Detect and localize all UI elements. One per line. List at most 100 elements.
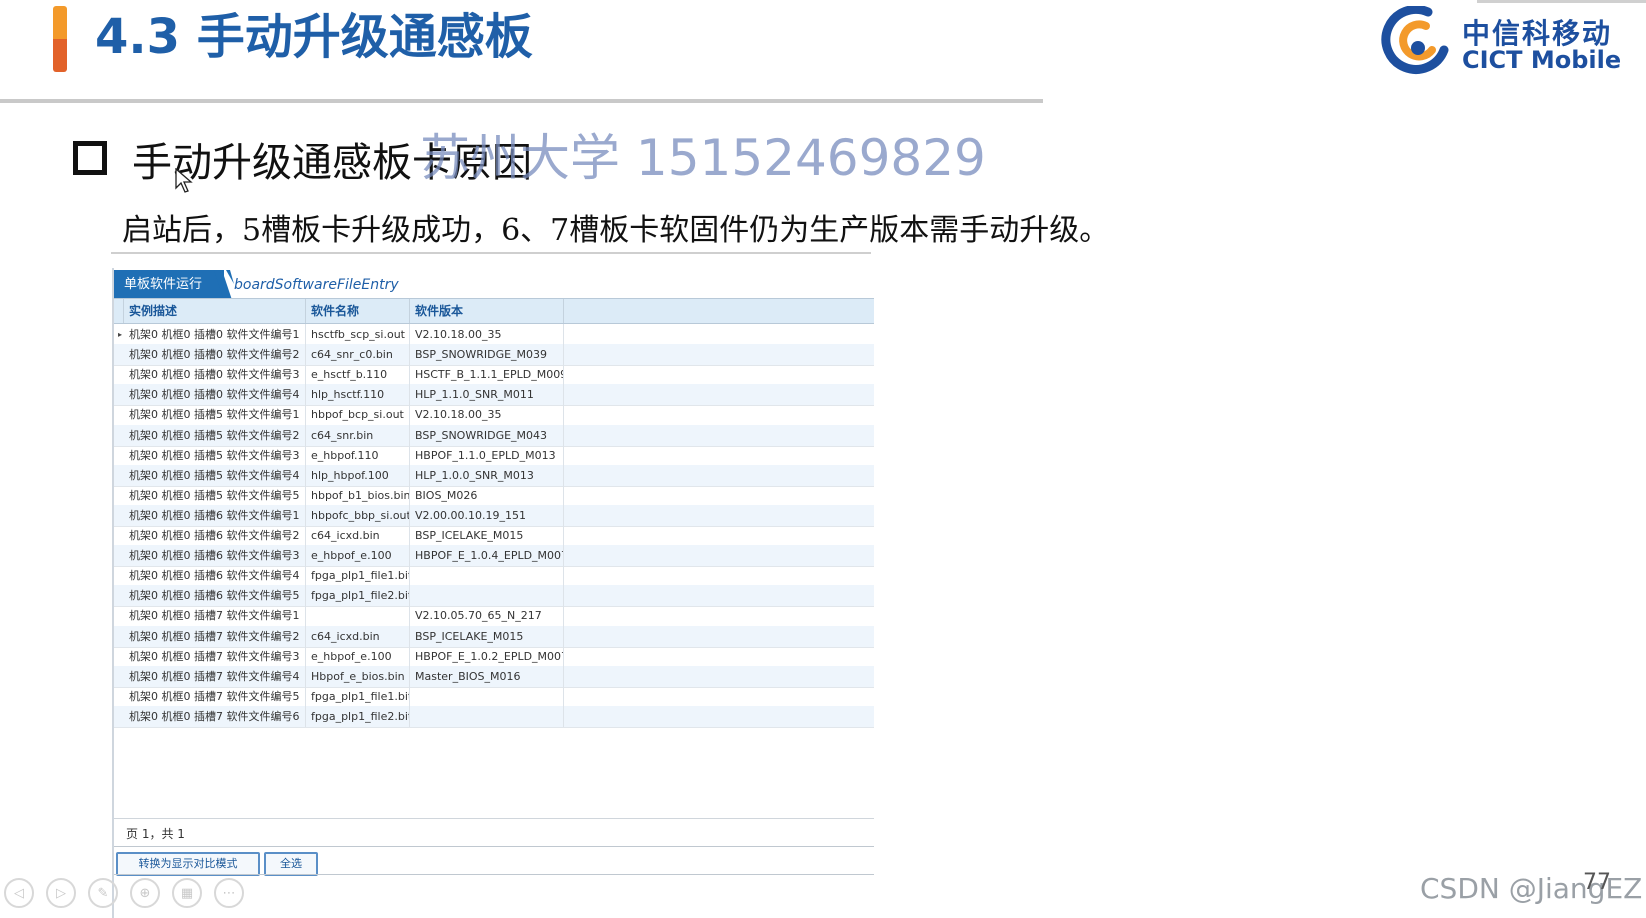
slides-grid-icon[interactable]: ▦ [172,878,202,908]
cell-software-version: HSCTF_B_1.1.1_EPLD_M009 [410,364,564,386]
pager-text: 页 1，共 1 [126,827,185,841]
cell-software-name: hbpof_bcp_si.out [306,404,410,426]
cell-software-version [410,705,564,727]
cell-software-name: hlp_hsctf.110 [306,384,410,406]
cell-instance: 机架0 机框0 插槽5 软件文件编号4 [124,464,306,486]
cell-instance: 机架0 机框0 插槽7 软件文件编号5 [124,685,306,707]
table-row[interactable]: 机架0 机框0 插槽5 软件文件编号5 hbpof_b1_bios.bin BIOS… [114,484,874,507]
table-row[interactable]: 机架0 机框0 插槽6 软件文件编号2 c64_icxd.bin BSP_ICELA… [114,525,874,547]
cell-instance: 机架0 机框0 插槽6 软件文件编号2 [124,525,306,546]
cell-software-version [410,565,564,587]
cell-software-name: c64_snr_c0.bin [306,344,410,366]
cell-software-version: Master_BIOS_M016 [410,665,564,687]
cell-instance: 机架0 机框0 插槽7 软件文件编号6 [124,705,306,727]
logo-mark-icon [1381,6,1449,74]
cell-software-name: hbpofc_bbp_si.out [306,504,410,526]
cell-software-name: hsctfb_scp_si.out [306,324,410,345]
table-row[interactable]: 机架0 机框0 插槽7 软件文件编号6 fpga_plp1_file2.bit [114,705,874,728]
select-all-button[interactable]: 全选 [264,852,318,876]
cell-software-version [410,685,564,707]
title-accent-bar [53,6,67,72]
table-row[interactable]: 机架0 机框0 插槽7 软件文件编号2 c64_icxd.bin BSP_ICELA… [114,625,874,648]
column-header-software-version[interactable]: 软件版本 [410,299,564,323]
cell-software-version: HLP_1.0.0_SNR_M013 [410,464,564,486]
table-row[interactable]: 机架0 机框0 插槽6 软件文件编号1 hbpofc_bbp_si.out V2.0… [114,504,874,527]
table-row[interactable]: 机架0 机框0 插槽7 软件文件编号3 e_hbpof_e.100 HBPOF_E_… [114,645,874,668]
cell-instance: 机架0 机框0 插槽5 软件文件编号2 [124,424,306,446]
pen-tool-icon[interactable]: ✎ [88,878,118,908]
header-spacer [114,299,124,323]
table-row[interactable]: 机架0 机框0 插槽0 软件文件编号4 hlp_hsctf.110 HLP_1.1.… [114,384,874,407]
cell-software-version: BSP_SNOWRIDGE_M043 [410,424,564,446]
compare-mode-button[interactable]: 转换为显示对比模式 [116,852,260,876]
cell-software-name: c64_snr.bin [306,424,410,446]
top-edge-line [1477,0,1646,3]
cell-software-version: BIOS_M026 [410,484,564,506]
cell-instance: 机架0 机框0 插槽5 软件文件编号1 [124,404,306,426]
zoom-icon[interactable]: ⊕ [130,878,160,908]
column-header-software-name[interactable]: 软件名称 [306,299,410,323]
cell-software-name: hlp_hbpof.100 [306,464,410,486]
cell-software-name [306,605,410,627]
cell-instance: 机架0 机框0 插槽6 软件文件编号3 [124,545,306,567]
table-row[interactable]: 机架0 机框0 插槽5 软件文件编号2 c64_snr.bin BSP_SNOWRI… [114,424,874,447]
cell-software-name: e_hsctf_b.110 [306,364,410,386]
watermark-text: 苏州大学 15152469829 [420,129,986,187]
cell-instance: 机架0 机框0 插槽5 软件文件编号5 [124,484,306,506]
cell-software-version [410,585,564,607]
bottom-divider [114,874,874,875]
column-header-instance[interactable]: 实例描述 [124,299,306,323]
cell-software-version: V2.10.18.00_35 [410,404,564,426]
table-row[interactable]: 机架0 机框0 插槽6 软件文件编号5 fpga_plp1_file2.bit [114,585,874,608]
cell-software-version: BSP_SNOWRIDGE_M039 [410,344,564,366]
cell-software-name: hbpof_b1_bios.bin [306,484,410,506]
cell-software-version: HBPOF_E_1.0.4_EPLD_M007 [410,545,564,567]
cell-software-name: e_hbpof_e.100 [306,645,410,667]
cell-software-version: BSP_ICELAKE_M015 [410,625,564,647]
table-row[interactable]: 机架0 机框0 插槽7 软件文件编号5 fpga_plp1_file1.bit [114,685,874,708]
table-row[interactable]: 机架0 机框0 插槽7 软件文件编号4 Hbpof_e_bios.bin Maste… [114,665,874,688]
cell-instance: 机架0 机框0 插槽6 软件文件编号4 [124,565,306,587]
table-row[interactable]: 机架0 机框0 插槽0 软件文件编号3 e_hsctf_b.110 HSCTF_B_… [114,364,874,387]
cell-software-version: V2.00.00.10.19_151 [410,504,564,526]
cell-software-name: e_hbpof_e.100 [306,545,410,567]
cell-software-version: BSP_ICELAKE_M015 [410,525,564,546]
cell-software-name: c64_icxd.bin [306,525,410,546]
cell-instance: 机架0 机框0 插槽0 软件文件编号1 [124,324,306,345]
breadcrumb[interactable]: boardSoftwareFileEntry [234,277,399,293]
slide-title: 4.3 手动升级通感板 [95,9,533,65]
cell-software-name: fpga_plp1_file2.bit [306,585,410,607]
bullet-square-icon [73,141,107,175]
table-row[interactable]: 机架0 机框0 插槽6 软件文件编号3 e_hbpof_e.100 HBPOF_E_… [114,545,874,568]
table-row[interactable]: 机架0 机框0 插槽7 软件文件编号1 V2.10.05.70_65_N_217 [114,605,874,628]
table-row[interactable]: 机架0 机框0 插槽0 软件文件编号2 c64_snr_c0.bin BSP_SNO… [114,344,874,367]
table-row[interactable]: ▸ 机架0 机框0 插槽0 软件文件编号1 hsctfb_scp_si.out V2.… [114,324,874,346]
page-number: 77 [1583,870,1611,895]
cell-software-version: V2.10.18.00_35 [410,324,564,345]
cell-software-name: c64_icxd.bin [306,625,410,647]
cell-instance: 机架0 机框0 插槽7 软件文件编号4 [124,665,306,687]
cell-software-name: e_hbpof.110 [306,444,410,466]
pager: 页 1，共 1 [114,818,874,843]
subtitle-divider [111,252,871,254]
cell-software-name: fpga_plp1_file1.bit [306,565,410,587]
tab-board-software-run[interactable]: 单板软件运行 [114,270,224,300]
next-slide-icon[interactable]: ▷ [46,878,76,908]
table-row[interactable]: 机架0 机框0 插槽5 软件文件编号3 e_hbpof.110 HBPOF_1.1.… [114,444,874,467]
cell-software-name: Hbpof_e_bios.bin [306,665,410,687]
cell-instance: 机架0 机框0 插槽7 软件文件编号2 [124,625,306,647]
cell-instance: 机架0 机框0 插槽5 软件文件编号3 [124,444,306,466]
title-divider [0,99,1043,103]
cell-software-name: fpga_plp1_file1.bit [306,685,410,707]
cell-instance: 机架0 机框0 插槽0 软件文件编号4 [124,384,306,406]
screenshot-panel: 单板软件运行 boardSoftwareFileEntry 实例描述 软件名称 … [112,268,874,918]
table-row[interactable]: 机架0 机框0 插槽6 软件文件编号4 fpga_plp1_file1.bit [114,565,874,588]
cell-instance: 机架0 机框0 插槽0 软件文件编号3 [124,364,306,386]
table-row[interactable]: 机架0 机框0 插槽5 软件文件编号4 hlp_hbpof.100 HLP_1.0.… [114,464,874,487]
cell-instance: 机架0 机框0 插槽6 软件文件编号1 [124,504,306,526]
cell-instance: 机架0 机框0 插槽7 软件文件编号1 [124,605,306,627]
table-row[interactable]: 机架0 机框0 插槽5 软件文件编号1 hbpof_bcp_si.out V2.10… [114,404,874,427]
previous-slide-icon[interactable]: ◁ [4,878,34,908]
explanation-text: 启站后，5槽板卡升级成功，6、7槽板卡软固件仍为生产版本需手动升级。 [122,213,1110,248]
more-options-icon[interactable]: ⋯ [214,878,244,908]
